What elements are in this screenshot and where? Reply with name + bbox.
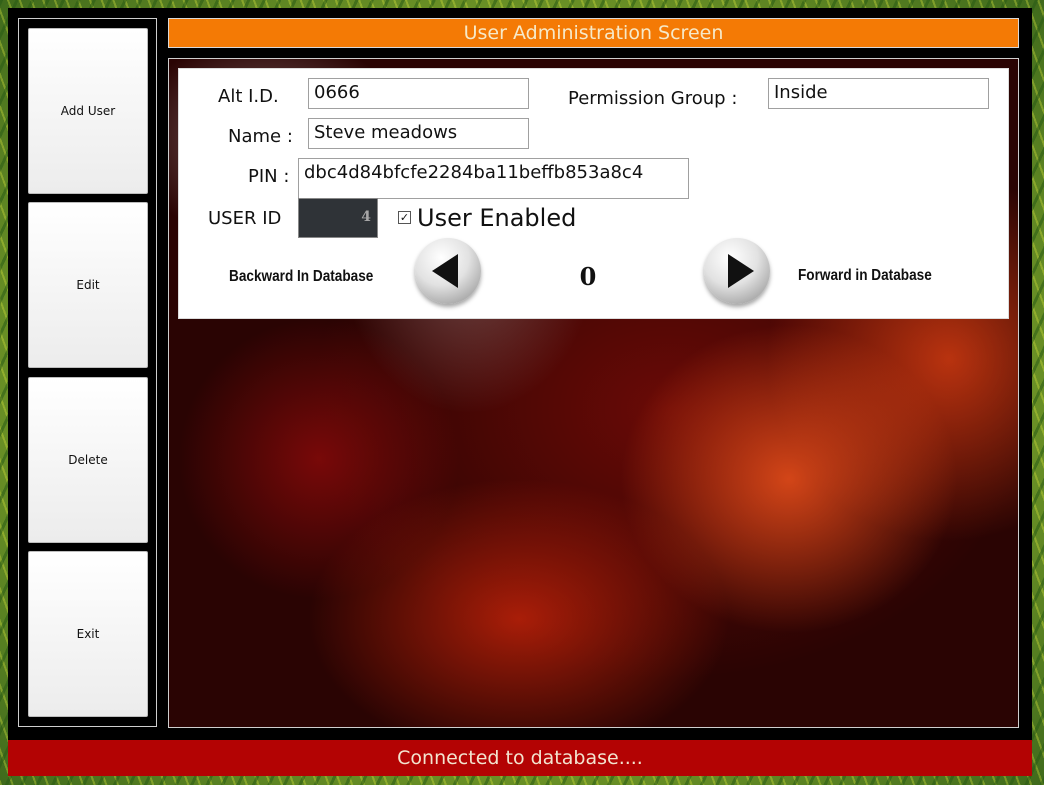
permission-group-field[interactable]: Inside <box>768 78 989 109</box>
backward-label: Backward In Database <box>229 268 374 285</box>
forward-button[interactable] <box>704 238 770 304</box>
backward-button[interactable] <box>415 238 481 304</box>
pin-label: PIN : <box>248 166 290 187</box>
add-user-button[interactable]: Add User <box>28 28 148 194</box>
status-bar: Connected to database.... <box>8 740 1032 776</box>
user-id-label: USER ID <box>208 208 282 229</box>
delete-button[interactable]: Delete <box>28 377 148 543</box>
screen-title: User Administration Screen <box>168 18 1019 48</box>
alt-id-field[interactable]: 0666 <box>308 78 529 109</box>
alt-id-label: Alt I.D. <box>218 86 279 107</box>
edit-button[interactable]: Edit <box>28 202 148 368</box>
name-label: Name : <box>228 126 293 147</box>
exit-button[interactable]: Exit <box>28 551 148 717</box>
user-enabled-checkbox[interactable]: ✓ <box>398 211 411 224</box>
right-arrow-icon <box>728 254 754 288</box>
user-id-field: 4 <box>298 198 378 238</box>
left-arrow-icon <box>432 254 458 288</box>
record-counter: 0 <box>579 262 597 291</box>
permission-group-label: Permission Group : <box>568 88 738 109</box>
name-field[interactable]: Steve meadows <box>308 118 529 149</box>
user-enabled-label[interactable]: User Enabled <box>417 204 576 232</box>
pin-field[interactable]: dbc4d84bfcfe2284ba11beffb853a8c4 <box>298 158 689 199</box>
forward-label: Forward in Database <box>798 267 932 284</box>
